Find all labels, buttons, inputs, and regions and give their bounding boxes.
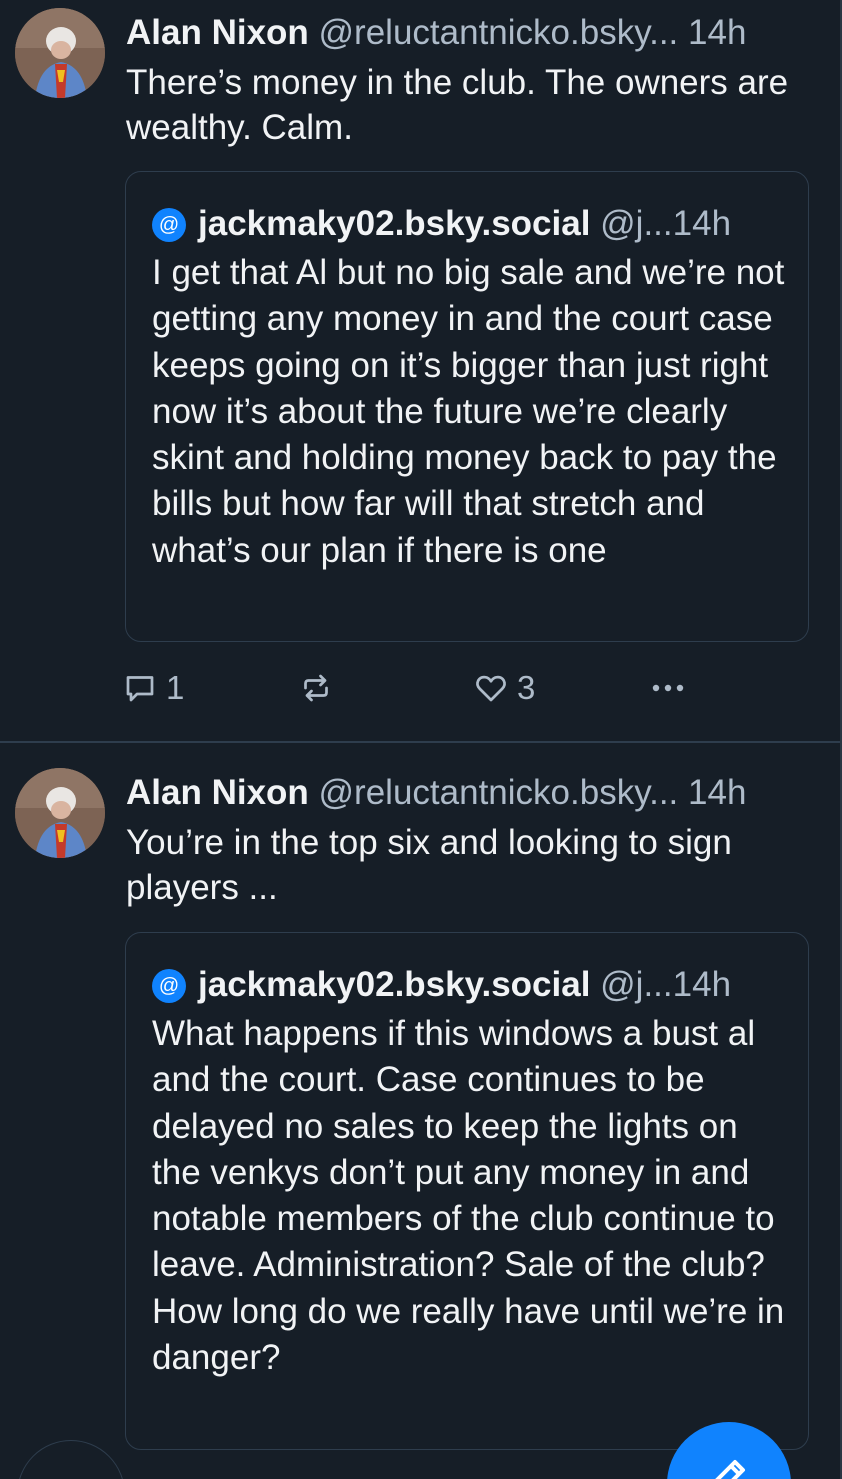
quote-display-name: jackmaky02.bsky.social [198, 204, 591, 243]
repost-icon [304, 674, 328, 702]
quote-handle: @j... [600, 204, 673, 243]
post[interactable]: Alan Nixon @reluctantnicko.bsky... 14h T… [0, 0, 842, 742]
quote-text: What happens if this windows a bust al a… [152, 1014, 785, 1378]
quoted-post[interactable]: @ jackmaky02.bsky.social @j...14h I get t… [125, 171, 809, 642]
post-author-line: Alan Nixon @reluctantnicko.bsky... 14h [126, 13, 746, 53]
post-actions: 1 3 [122, 668, 702, 708]
post-text: You’re in the top six and looking to sig… [126, 823, 732, 907]
author-avatar[interactable] [15, 8, 105, 98]
post-timestamp[interactable]: 14h [688, 773, 746, 812]
compose-icon [715, 1460, 745, 1479]
like-icon [476, 675, 506, 702]
quote-timestamp: 14h [672, 204, 732, 243]
repost-button[interactable] [298, 668, 342, 708]
author-display-name[interactable]: Alan Nixon [126, 773, 309, 812]
reply-icon [126, 676, 154, 702]
quote-author-line: @ jackmaky02.bsky.social @j...14h [152, 963, 731, 1007]
reply-button[interactable]: 1 [122, 668, 184, 708]
feed: Alan Nixon @reluctantnicko.bsky... 14h T… [0, 0, 842, 1479]
quoted-post[interactable]: @ jackmaky02.bsky.social @j...14h What ha… [125, 932, 809, 1450]
quote-display-name: jackmaky02.bsky.social [198, 965, 591, 1004]
at-sign-default-avatar: @ [152, 208, 186, 242]
author-avatar[interactable] [15, 768, 105, 858]
quote-author-line: @ jackmaky02.bsky.social @j...14h [152, 202, 731, 246]
like-count: 3 [517, 669, 536, 706]
like-button[interactable]: 3 [473, 668, 535, 708]
author-handle[interactable]: @reluctantnicko.bsky... [319, 13, 679, 52]
post-author-line: Alan Nixon @reluctantnicko.bsky... 14h [126, 773, 746, 813]
more-icon [652, 684, 684, 692]
user-photo-avatar [15, 768, 105, 858]
post-timestamp[interactable]: 14h [688, 13, 746, 52]
author-handle[interactable]: @reluctantnicko.bsky... [319, 773, 679, 812]
quote-timestamp: 14h [672, 965, 732, 1004]
quote-handle: @j... [600, 965, 673, 1004]
at-sign-default-avatar: @ [152, 969, 186, 1003]
post[interactable]: Alan Nixon @reluctantnicko.bsky... 14h Y… [0, 742, 842, 1479]
quote-text: I get that Al but no big sale and we’re … [152, 253, 785, 570]
more-options-button[interactable] [648, 668, 688, 708]
author-display-name[interactable]: Alan Nixon [126, 13, 309, 52]
user-photo-avatar [15, 8, 105, 98]
post-text: There’s money in the club. The owners ar… [126, 63, 789, 147]
reply-count: 1 [166, 669, 185, 706]
